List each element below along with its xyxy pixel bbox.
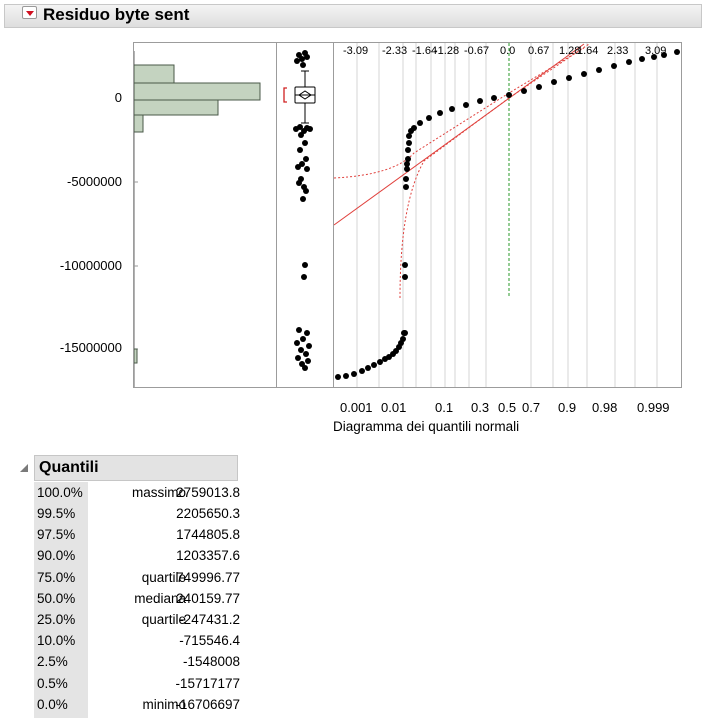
- y-tick-label: -15000000: [59, 340, 122, 355]
- quantile-row: 0.5% -15717177: [34, 676, 244, 697]
- histogram-bar: [133, 99, 219, 116]
- qq-top-tick: 3.09: [645, 45, 667, 57]
- histogram-bar: [133, 82, 261, 101]
- qq-top-tick: -1.28: [434, 45, 460, 57]
- shortest-half-bracket: [283, 87, 287, 103]
- quantile-percent: 90.0%: [37, 548, 76, 563]
- qq-bottom-tick: 0.3: [471, 400, 490, 415]
- y-tick-label: -5000000: [67, 174, 122, 189]
- qq-bottom-tick: 0.98: [592, 400, 618, 415]
- quantile-row: 75.0% quartile 749996.77: [34, 570, 244, 591]
- quantile-row: 100.0% massimo 2759013.8: [34, 485, 244, 506]
- qq-bottom-tick: 0.999: [637, 400, 670, 415]
- qq-bottom-tick: 0.7: [522, 400, 541, 415]
- quantile-percent: 97.5%: [37, 527, 76, 542]
- quantiles-title: Quantili: [39, 459, 99, 476]
- qq-bottom-tick: 0.01: [381, 400, 407, 415]
- qq-top-tick: 0.67: [528, 45, 550, 57]
- qq-top-tick: -3.09: [343, 45, 369, 57]
- quantile-value: -1548008: [182, 654, 240, 669]
- histogram-bar: [133, 64, 175, 84]
- quantile-value: 1203357.6: [176, 548, 240, 563]
- quantile-row: 97.5% 1744805.8: [34, 527, 244, 548]
- qq-bottom-tick: 0.5: [498, 400, 517, 415]
- histogram-bar: [133, 114, 144, 133]
- quantile-value: 2759013.8: [176, 485, 240, 500]
- quantile-row: 50.0% mediana 240159.77: [34, 591, 244, 612]
- red-triangle-menu-icon[interactable]: [22, 6, 37, 19]
- y-tick-label: 0: [114, 90, 122, 105]
- qq-bottom-tick: 0.001: [340, 400, 373, 415]
- normal-quantile-plot-panel: [333, 42, 682, 388]
- report-title: Residuo byte sent: [43, 5, 190, 24]
- quantile-percent: 0.0%: [37, 697, 68, 712]
- quantile-percent: 0.5%: [37, 676, 68, 691]
- quantile-row: 0.0% minimo -16706697: [34, 697, 244, 718]
- quantile-percent: 10.0%: [37, 633, 76, 648]
- quantiles-header[interactable]: Quantili: [34, 455, 238, 481]
- qq-bottom-tick: 0.1: [435, 400, 454, 415]
- y-axis-ticks: [134, 97, 138, 350]
- quantile-row: 99.5% 2205650.3: [34, 506, 244, 527]
- confidence-band-lower: [399, 43, 590, 299]
- quantiles-collapse-icon[interactable]: [20, 464, 28, 472]
- box-plot: [294, 70, 316, 124]
- qq-top-tick: 2.33: [607, 45, 629, 57]
- qq-top-tick: 1.64: [577, 45, 599, 57]
- histogram-svg: [133, 51, 261, 387]
- quantile-value: -15717177: [175, 676, 240, 691]
- qq-top-tick: 0.0: [500, 45, 516, 57]
- quantile-value: -16706697: [175, 697, 240, 712]
- quantile-row: 90.0% 1203357.6: [34, 548, 244, 569]
- quantile-value: 749996.77: [176, 570, 240, 585]
- quantile-value: 1744805.8: [176, 527, 240, 542]
- normal-quantile-svg: [333, 43, 680, 387]
- histogram-bar: [133, 348, 138, 364]
- confidence-band-upper: [333, 47, 585, 179]
- qq-bottom-tick: 0.9: [558, 400, 577, 415]
- quantile-row: 10.0% -715546.4: [34, 633, 244, 654]
- histogram-panel: [133, 42, 277, 388]
- quantile-value: 240159.77: [176, 591, 240, 606]
- quantile-percent: 25.0%: [37, 612, 76, 627]
- quantile-value: -715546.4: [179, 633, 240, 648]
- quantile-row: 25.0% quartile -247431.2: [34, 612, 244, 633]
- quantile-value: 2205650.3: [176, 506, 240, 521]
- quantile-percent: 99.5%: [37, 506, 76, 521]
- boxplot-svg: [283, 50, 316, 371]
- quantile-percent: 75.0%: [37, 570, 76, 585]
- y-tick-label: -10000000: [59, 258, 122, 273]
- quantile-row: 2.5% -1548008: [34, 654, 244, 675]
- quantile-percent: 2.5%: [37, 654, 68, 669]
- quantile-value: -247431.2: [179, 612, 240, 627]
- qq-top-tick: -0.67: [464, 45, 490, 57]
- boxplot-panel: [276, 42, 334, 388]
- qq-axis-title: Diagramma dei quantili normali: [333, 419, 520, 434]
- quantile-percent: 50.0%: [37, 591, 76, 606]
- qq-top-tick: -2.33: [382, 45, 408, 57]
